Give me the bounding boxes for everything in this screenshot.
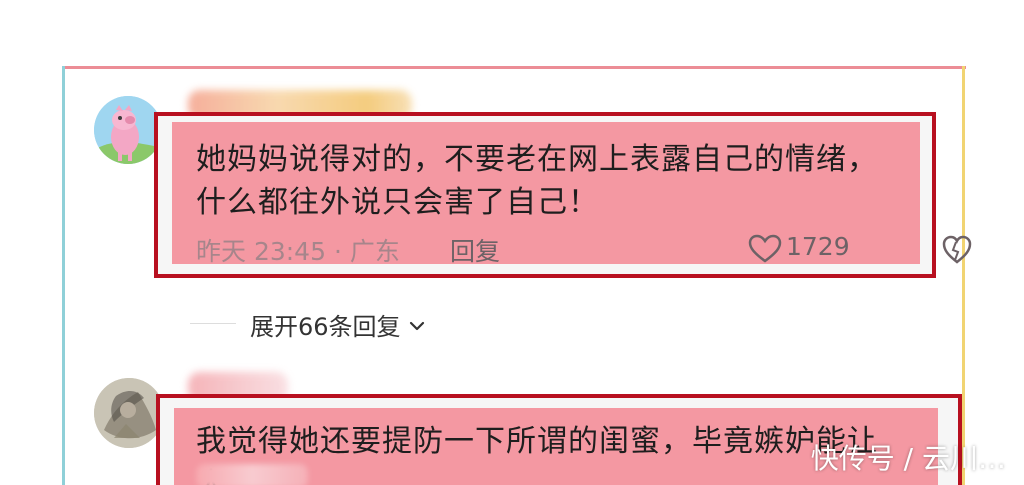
chevron-down-icon — [407, 314, 427, 334]
comment-text-line-2: 什么都往外说只会害了自己！ — [196, 185, 599, 220]
comment-meta: 昨天 23:45 · 广东 回复 1729 — [196, 232, 972, 268]
comment-screenshot: 她妈妈说得对的，不要老在网上表露自己的情绪， 什么都往外说只会害了自己！ 昨天 … — [0, 0, 1024, 485]
comment-time-location: 昨天 23:45 · 广东 — [196, 237, 400, 266]
comment-text-line-1: 我觉得她还要提防一下所谓的闺蜜，毕竟嫉妒能让 — [196, 424, 878, 459]
comment-text-line-1: 她妈妈说得对的，不要老在网上表露自己的情绪， — [196, 142, 878, 177]
heart-icon[interactable] — [748, 234, 782, 264]
frame-left-border — [62, 66, 65, 485]
photo-avatar-icon[interactable] — [94, 378, 164, 448]
pig-avatar-icon[interactable] — [94, 96, 162, 164]
comment-text: 她妈妈说得对的，不要老在网上表露自己的情绪， 什么都往外说只会害了自己！ — [196, 138, 926, 224]
reply-button[interactable]: 回复 — [450, 232, 500, 268]
frame-right-border — [962, 66, 965, 485]
expand-replies-button[interactable]: 展开66条回复 — [250, 307, 427, 341]
like-count: 1729 — [786, 232, 850, 261]
expand-replies-label: 展开66条回复 — [250, 312, 401, 341]
dislike-icon[interactable] — [942, 235, 972, 265]
comment-card[interactable]: 她妈妈说得对的，不要老在网上表露自己的情绪， 什么都往外说只会害了自己！ 昨天 … — [154, 112, 972, 278]
frame-top-border — [62, 66, 966, 69]
watermark-text: 快传号 / 云川… — [810, 442, 1006, 475]
expand-divider-line — [190, 323, 236, 324]
blurred-comment-text — [196, 464, 308, 485]
